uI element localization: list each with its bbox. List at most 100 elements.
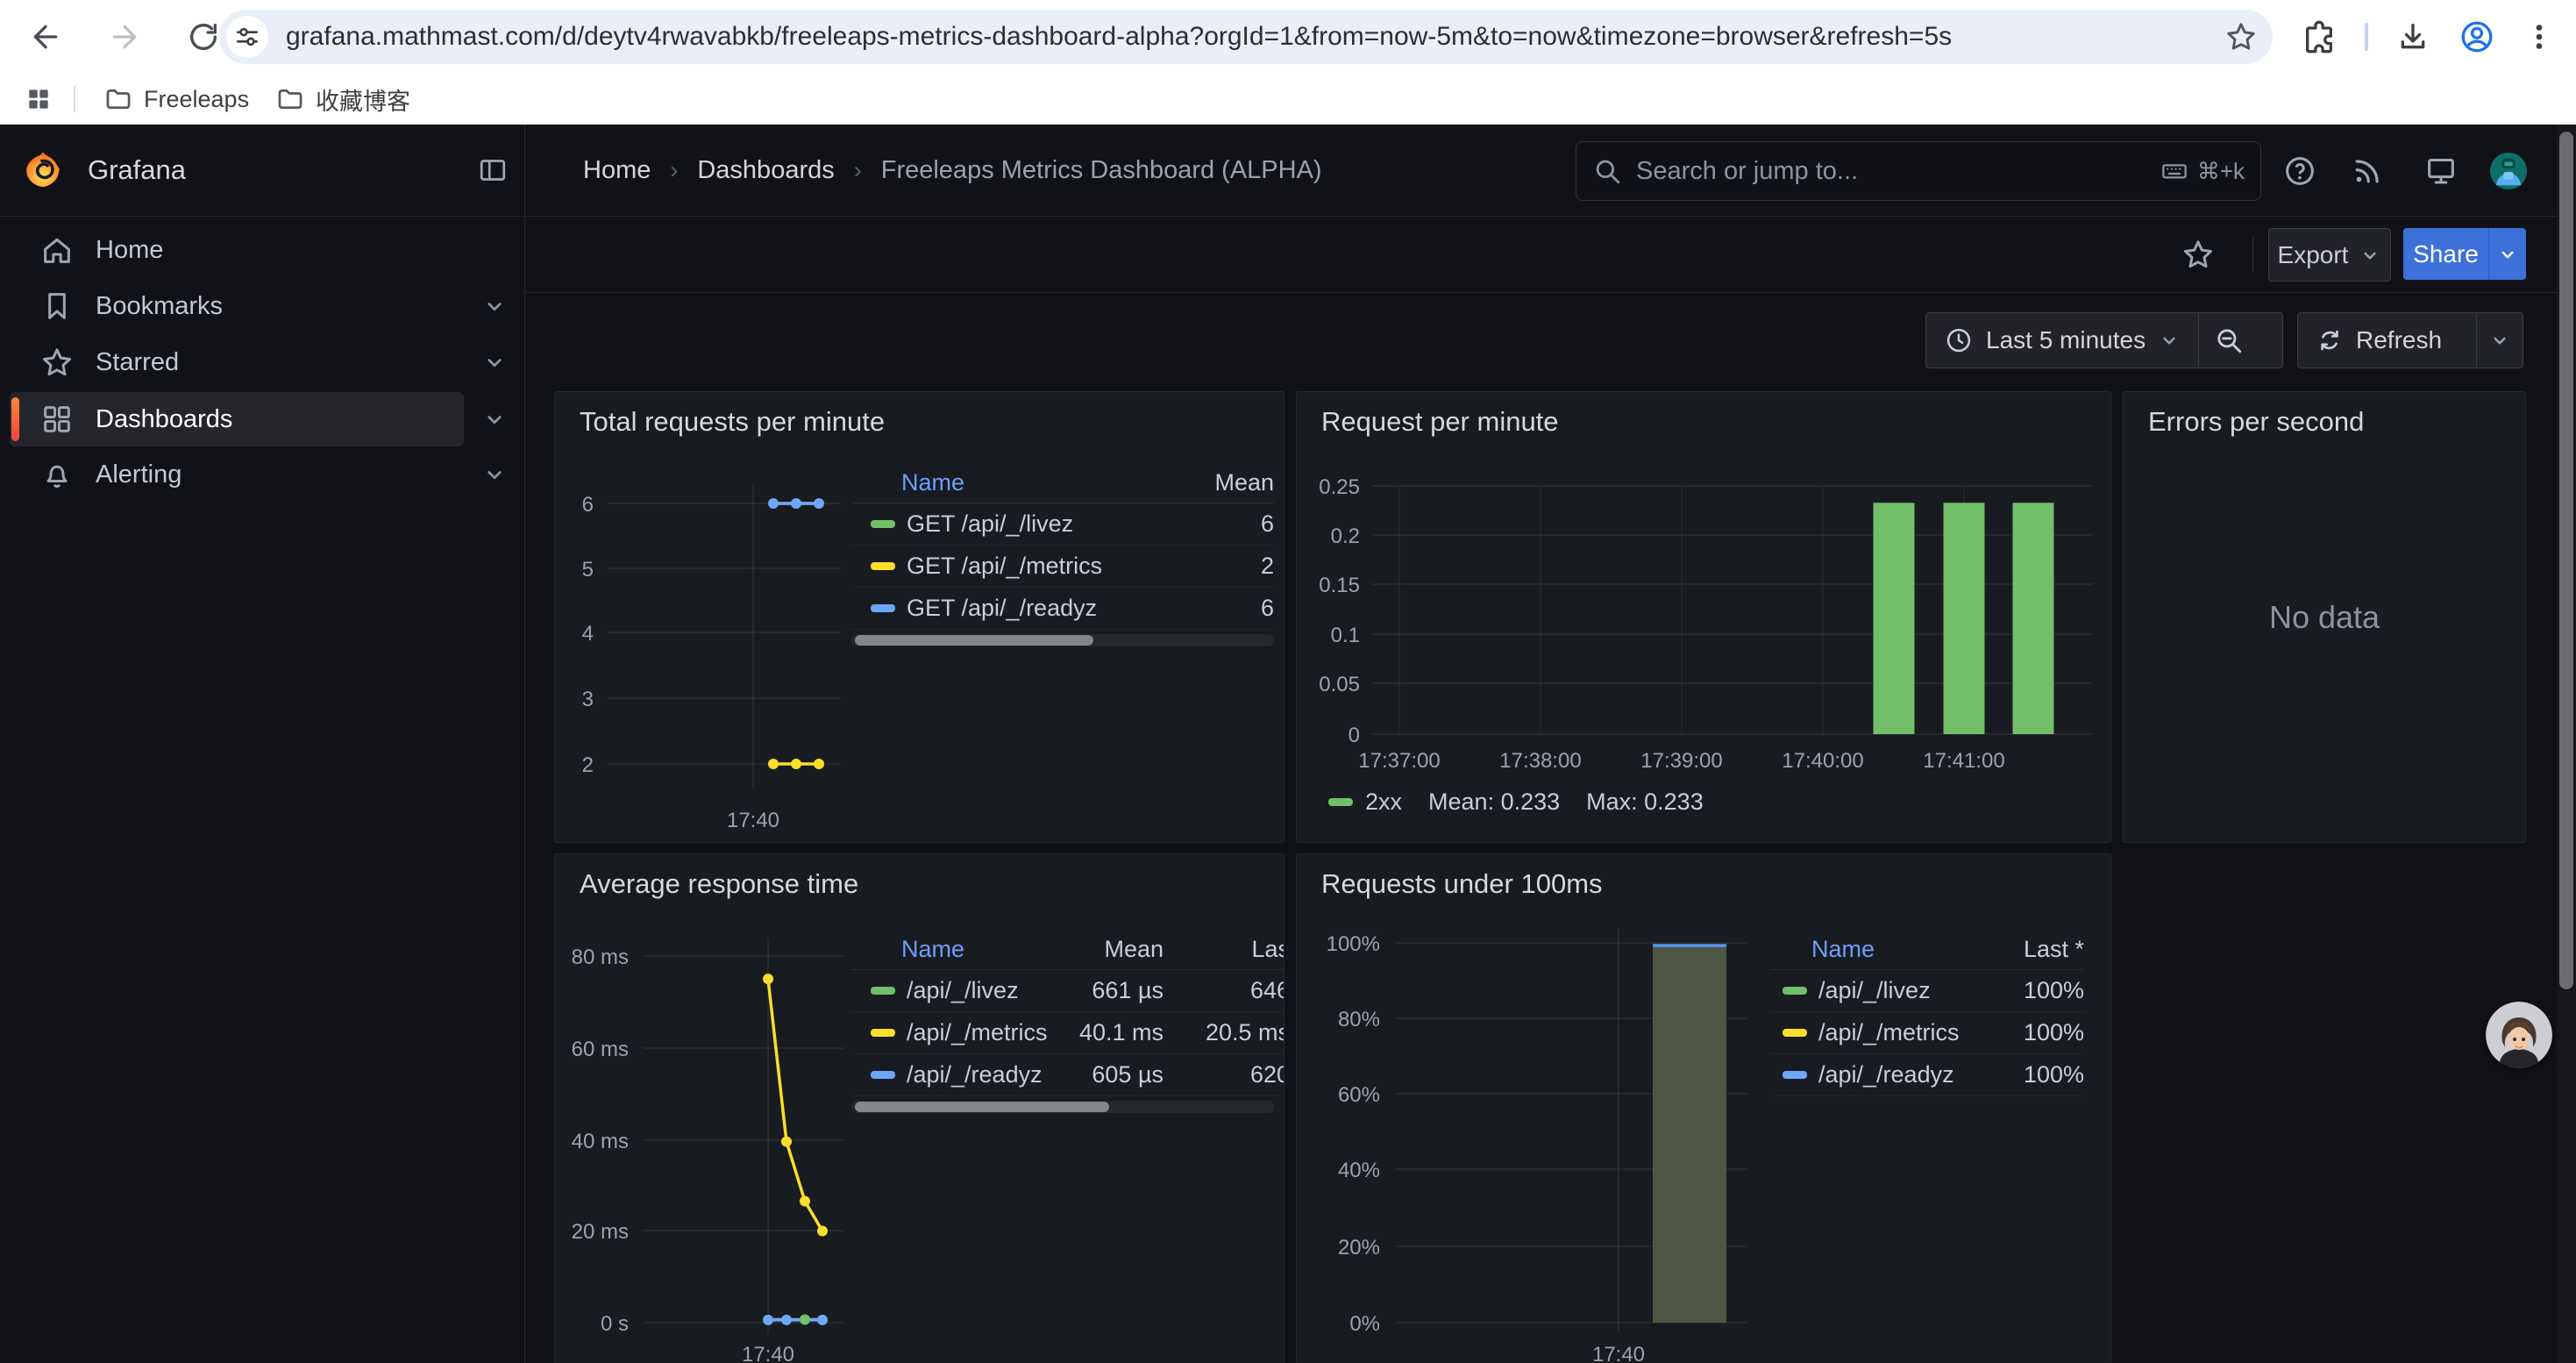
active-indicator	[11, 397, 19, 441]
legend-col-name[interactable]: Name	[1811, 936, 1875, 963]
series-name[interactable]: /api/_/metrics	[907, 1019, 1048, 1046]
export-button[interactable]: Export	[2268, 228, 2391, 282]
share-button[interactable]: Share	[2403, 228, 2488, 280]
page-scrollbar[interactable]	[2557, 125, 2576, 1363]
sidebar-item-label: Starred	[96, 348, 179, 377]
menu-kebab-icon	[2523, 21, 2555, 53]
series-last: 646	[1163, 977, 1284, 1004]
bookmark-folder-freeleaps[interactable]: Freeleaps	[91, 79, 261, 119]
series-name[interactable]: /api/_/livez	[907, 977, 1019, 1004]
legend-col-mean[interactable]: Mean	[1214, 469, 1274, 496]
legend-table: Name Mean GET /api/_/livez 6 GET /api/_/…	[851, 462, 1274, 646]
legend-row[interactable]: /api/_/livez 100%	[1770, 970, 2084, 1012]
forward-button[interactable]	[98, 11, 151, 63]
floating-assistant-avatar[interactable]	[2486, 1002, 2552, 1068]
chevron-down-icon[interactable]	[479, 403, 510, 435]
refresh-button[interactable]: Refresh	[2298, 313, 2476, 368]
refresh-interval-button[interactable]	[2477, 313, 2523, 368]
legend-col-name[interactable]: Name	[901, 936, 964, 963]
legend-scrollbar[interactable]	[851, 634, 1274, 646]
svg-text:17:38:00: 17:38:00	[1499, 749, 1581, 773]
chevron-down-icon	[2488, 329, 2511, 352]
panel-total-requests: Total requests per minute 6543217:40 Nam…	[554, 391, 1284, 843]
sidebar: Grafana Home Bookmarks Starred	[0, 125, 525, 1363]
scrollbar-thumb[interactable]	[855, 1102, 1109, 1112]
url-text[interactable]: grafana.mathmast.com/d/deytv4rwavabkb/fr…	[286, 22, 2218, 52]
help-button[interactable]	[2281, 152, 2319, 190]
legend-col-last[interactable]: Las	[1163, 936, 1284, 963]
svg-text:17:40: 17:40	[1592, 1343, 1645, 1363]
chevron-down-icon[interactable]	[479, 346, 510, 378]
alerting-bell-icon	[39, 457, 75, 492]
address-bar[interactable]: grafana.mathmast.com/d/deytv4rwavabkb/fr…	[219, 10, 2273, 64]
keyboard-icon	[2160, 157, 2188, 185]
breadcrumb-current[interactable]: Freeleaps Metrics Dashboard (ALPHA)	[881, 156, 1322, 185]
breadcrumb-dashboards[interactable]: Dashboards	[697, 156, 834, 185]
search-icon	[1592, 156, 1622, 186]
legend-col-mean[interactable]: Mean	[1058, 936, 1163, 963]
zoom-out-button[interactable]	[2199, 313, 2259, 368]
legend-col-last[interactable]: Last *	[2024, 936, 2084, 963]
series-name[interactable]: 2xx	[1365, 789, 1402, 816]
bookmark-folder-blogs[interactable]: 收藏博客	[263, 79, 423, 119]
legend-col-name[interactable]: Name	[901, 469, 964, 496]
svg-text:0 s: 0 s	[601, 1312, 629, 1336]
search-shortcut: ⌘+k	[2160, 157, 2245, 185]
series-name[interactable]: /api/_/livez	[1818, 977, 1931, 1004]
favorite-dashboard-button[interactable]	[2179, 235, 2217, 274]
scrollbar-thumb[interactable]	[855, 635, 1093, 646]
svg-text:0.25: 0.25	[1319, 475, 1360, 499]
legend-row[interactable]: GET /api/_/metrics 2	[851, 546, 1274, 588]
legend-scrollbar[interactable]	[851, 1101, 1274, 1113]
back-button[interactable]	[19, 11, 72, 63]
scrollbar-thumb[interactable]	[2559, 132, 2573, 989]
site-info-button[interactable]	[226, 16, 268, 58]
breadcrumb-home[interactable]: Home	[583, 156, 651, 185]
kiosk-display-button[interactable]	[2422, 152, 2460, 190]
downloads-button[interactable]	[2388, 12, 2437, 61]
help-icon	[2282, 153, 2317, 189]
series-swatch	[1783, 987, 1807, 995]
apps-button[interactable]	[16, 76, 61, 122]
extensions-button[interactable]	[2295, 12, 2344, 61]
legend-row[interactable]: GET /api/_/livez 6	[851, 503, 1274, 546]
sidebar-item-starred[interactable]: Starred	[10, 335, 464, 389]
grafana-app: Grafana Home Bookmarks Starred	[0, 125, 2576, 1363]
search-box[interactable]: ⌘+k	[1576, 141, 2261, 201]
user-avatar[interactable]	[2489, 152, 2528, 190]
breadcrumb-separator: ›	[854, 157, 862, 184]
chevron-down-icon[interactable]	[479, 459, 510, 490]
series-name[interactable]: GET /api/_/readyz	[907, 595, 1097, 622]
sidebar-item-dashboards[interactable]: Dashboards	[10, 392, 464, 446]
sidebar-item-bookmarks[interactable]: Bookmarks	[10, 279, 464, 333]
series-swatch	[871, 520, 895, 528]
share-menu-button[interactable]	[2488, 228, 2526, 280]
panel-request-per-minute: Request per minute 0.250.20.150.10.05017…	[1296, 391, 2111, 843]
series-name[interactable]: /api/_/metrics	[1818, 1019, 1960, 1046]
sidebar-item-home[interactable]: Home	[10, 223, 464, 277]
sidebar-toggle-button[interactable]	[473, 151, 512, 189]
profile-button[interactable]	[2452, 12, 2501, 61]
series-name[interactable]: /api/_/readyz	[907, 1061, 1042, 1088]
time-range-button[interactable]: Last 5 minutes	[1926, 313, 2198, 368]
legend-row[interactable]: /api/_/readyz 100%	[1770, 1054, 2084, 1096]
browser-menu-button[interactable]	[2515, 12, 2564, 61]
bookmark-page-button[interactable]	[2218, 14, 2264, 60]
legend-row[interactable]: /api/_/metrics 40.1 ms 20.5 ms	[851, 1012, 1284, 1054]
series-name[interactable]: /api/_/readyz	[1818, 1061, 1954, 1088]
series-swatch	[871, 987, 895, 995]
legend-row[interactable]: GET /api/_/readyz 6	[851, 588, 1274, 630]
legend-row[interactable]: /api/_/livez 661 µs 646	[851, 970, 1284, 1012]
request-per-minute-chart[interactable]: 0.250.20.150.10.05017:37:0017:38:0017:39…	[1297, 392, 2110, 842]
search-input[interactable]	[1634, 156, 2160, 187]
series-name[interactable]: GET /api/_/metrics	[907, 553, 1102, 580]
legend-row[interactable]: /api/_/readyz 605 µs 620	[851, 1054, 1284, 1096]
svg-text:80 ms: 80 ms	[572, 946, 629, 969]
series-name[interactable]: GET /api/_/livez	[907, 510, 1073, 538]
sidebar-item-alerting[interactable]: Alerting	[10, 447, 464, 502]
chevron-down-icon[interactable]	[479, 290, 510, 322]
news-rss-button[interactable]	[2348, 152, 2387, 190]
clock-icon	[1944, 325, 1974, 355]
legend-row[interactable]: /api/_/metrics 100%	[1770, 1012, 2084, 1054]
series-mean: 6	[1261, 510, 1274, 538]
